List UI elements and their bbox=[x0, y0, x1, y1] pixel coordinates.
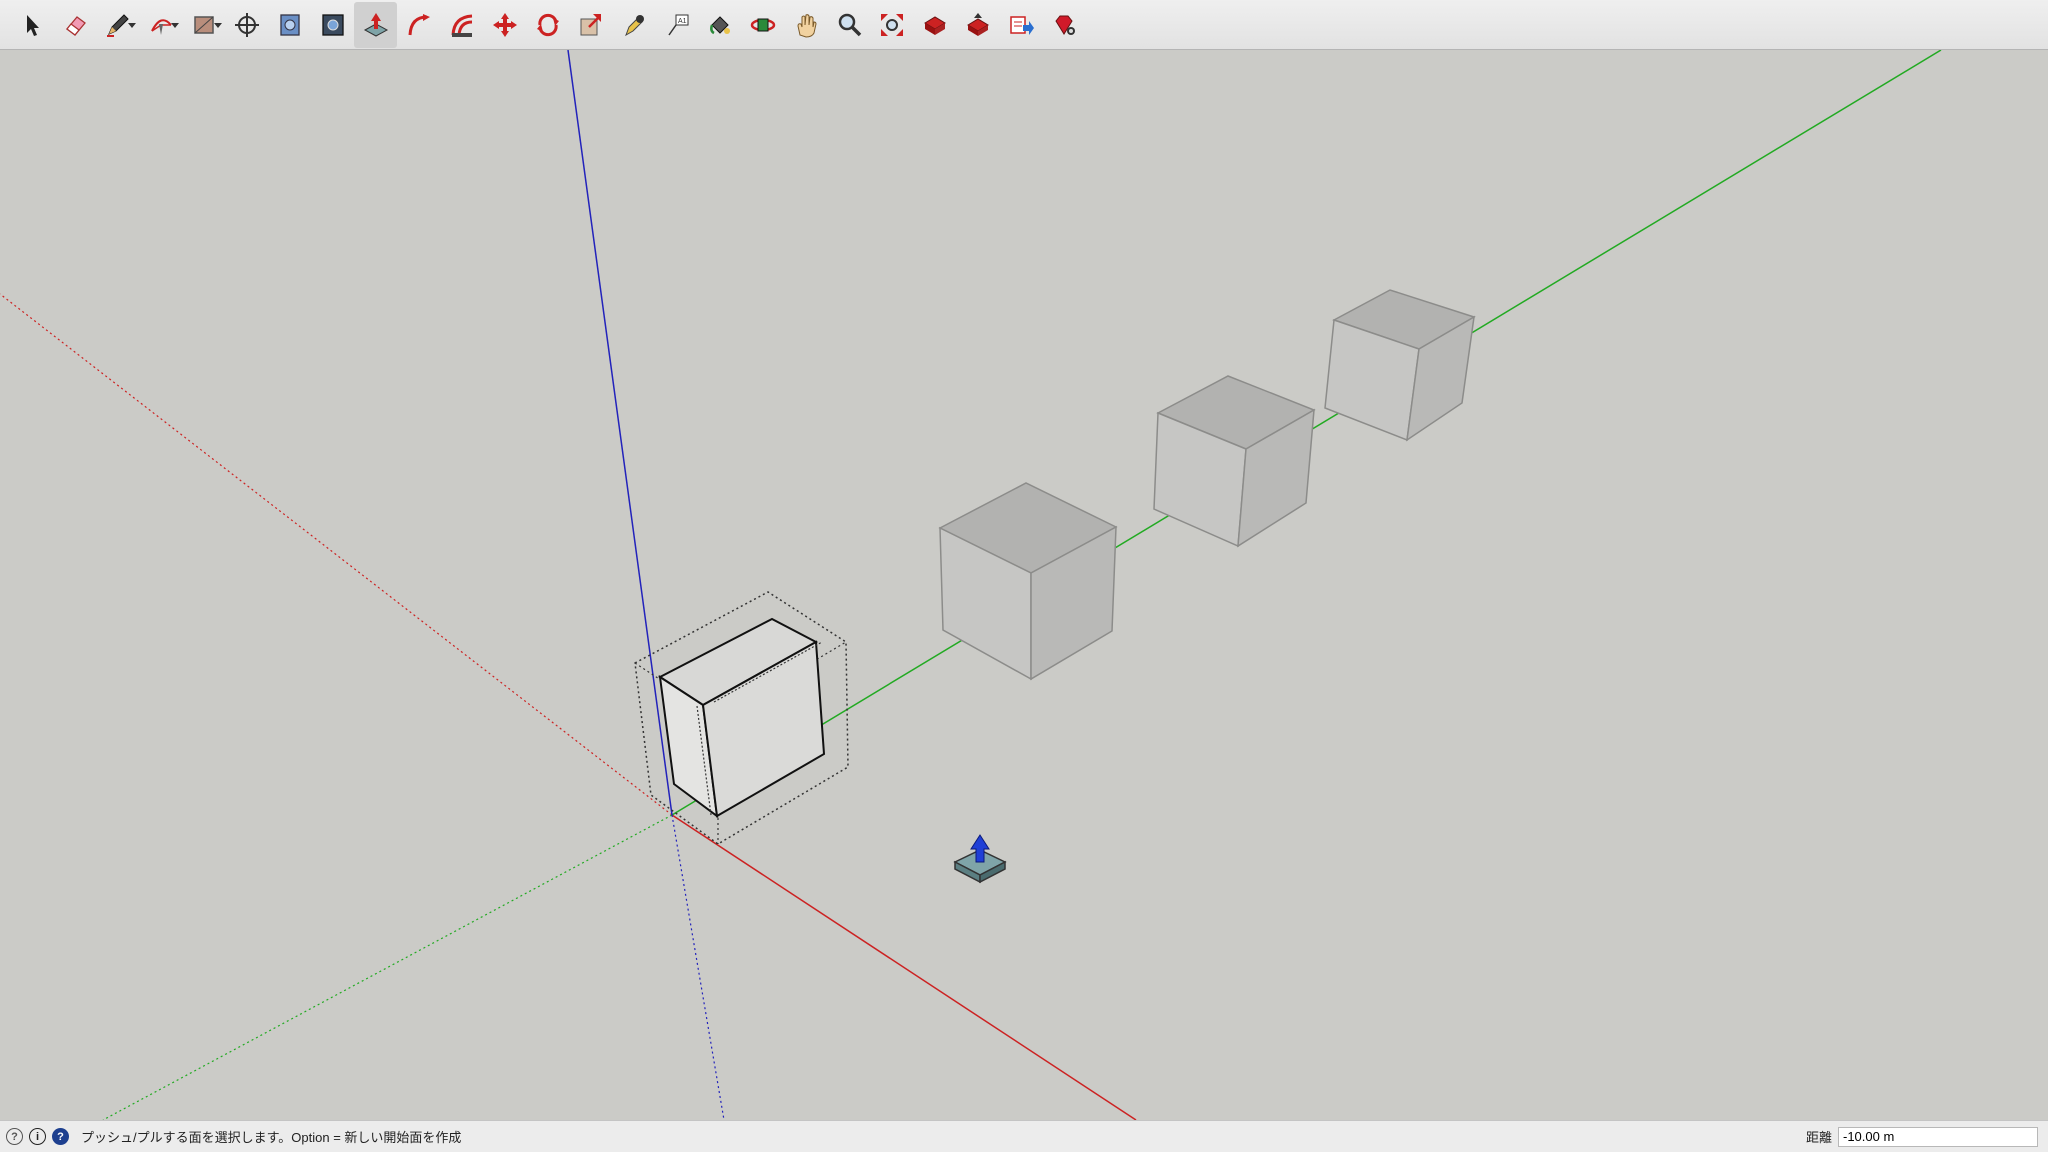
send-to-layout-icon bbox=[1009, 15, 1034, 35]
rotate-tool-button[interactable] bbox=[526, 2, 569, 48]
measurements-label: 距離 bbox=[1805, 1130, 1832, 1145]
svg-text:A1: A1 bbox=[678, 18, 687, 25]
push-pull-tool-button[interactable] bbox=[354, 1, 397, 48]
zoom-extents-button[interactable] bbox=[870, 2, 913, 48]
move-icon bbox=[492, 12, 517, 37]
status-text: プッシュ/プルする面を選択します。Option = 新しい開始面を作成 bbox=[81, 1130, 462, 1145]
component-dark-icon bbox=[321, 13, 344, 36]
model-viewport[interactable] bbox=[0, 50, 2048, 1120]
share-model-icon bbox=[966, 12, 989, 36]
scale-tool-button[interactable] bbox=[569, 2, 612, 48]
target-icon bbox=[234, 12, 259, 37]
orbit-icon bbox=[750, 18, 775, 31]
zoom-extents-icon bbox=[880, 13, 903, 36]
component-icon bbox=[279, 13, 300, 36]
main-toolbar: A1 bbox=[0, 0, 2048, 50]
component-button[interactable] bbox=[268, 2, 311, 48]
cube-2[interactable] bbox=[938, 482, 1118, 681]
chevron-down-icon[interactable] bbox=[128, 22, 136, 28]
offset-icon bbox=[451, 14, 472, 37]
tape-measure-icon bbox=[624, 14, 644, 36]
geolocation-icon[interactable]: ? bbox=[6, 1128, 23, 1145]
warehouse-icon bbox=[923, 15, 946, 35]
layout-send-button[interactable] bbox=[999, 2, 1042, 48]
select-tool-button[interactable] bbox=[10, 2, 53, 48]
green-axis-negative bbox=[102, 814, 673, 1120]
component-tool-button[interactable] bbox=[311, 2, 354, 48]
rotate-icon bbox=[536, 13, 559, 36]
orbit-tool-button[interactable] bbox=[741, 2, 784, 48]
push-pull-icon bbox=[363, 12, 388, 37]
follow-me-icon bbox=[408, 13, 430, 35]
magnifier-icon bbox=[838, 13, 861, 36]
chevron-down-icon[interactable] bbox=[171, 22, 179, 28]
text-tool-button[interactable]: A1 bbox=[655, 2, 698, 48]
blue-axis-positive bbox=[567, 50, 673, 816]
red-axis-positive bbox=[671, 814, 1137, 1120]
select-arrow-icon bbox=[26, 14, 39, 36]
eraser-tool-button[interactable] bbox=[53, 2, 96, 48]
share-model-button[interactable] bbox=[956, 2, 999, 48]
arc-tool-button[interactable] bbox=[139, 2, 182, 48]
offset-tool-button[interactable] bbox=[440, 2, 483, 48]
orbit-target-button[interactable] bbox=[225, 2, 268, 48]
cube-3[interactable] bbox=[1153, 375, 1316, 548]
text-label-icon: A1 bbox=[667, 14, 688, 35]
blue-axis-negative bbox=[671, 814, 725, 1120]
ruby-gem-icon bbox=[1054, 15, 1075, 35]
paint-bucket-tool-button[interactable] bbox=[698, 2, 741, 48]
instructor-help-icon[interactable]: ? bbox=[52, 1128, 69, 1145]
push-pull-cursor-icon bbox=[953, 834, 1007, 884]
follow-me-tool-button[interactable] bbox=[397, 2, 440, 48]
status-bar: ? i ? プッシュ/プルする面を選択します。Option = 新しい開始面を作… bbox=[0, 1120, 2048, 1152]
credits-icon[interactable]: i bbox=[29, 1128, 46, 1145]
hand-icon bbox=[796, 13, 817, 38]
move-tool-button[interactable] bbox=[483, 2, 526, 48]
cube-1-selected[interactable] bbox=[634, 591, 849, 845]
scale-icon bbox=[580, 13, 601, 35]
rectangle-tool-button[interactable] bbox=[182, 2, 225, 48]
red-axis-negative bbox=[0, 293, 673, 816]
line-tool-button[interactable] bbox=[96, 2, 139, 48]
tape-measure-tool-button[interactable] bbox=[612, 2, 655, 48]
zoom-tool-button[interactable] bbox=[827, 2, 870, 48]
measurements-input[interactable] bbox=[1838, 1126, 2038, 1147]
paint-bucket-icon bbox=[709, 15, 730, 34]
pan-tool-button[interactable] bbox=[784, 2, 827, 48]
eraser-icon bbox=[65, 15, 86, 36]
3d-warehouse-button[interactable] bbox=[913, 2, 956, 48]
cube-4[interactable] bbox=[1324, 289, 1476, 442]
chevron-down-icon[interactable] bbox=[214, 22, 222, 28]
extension-warehouse-button[interactable] bbox=[1042, 2, 1085, 48]
